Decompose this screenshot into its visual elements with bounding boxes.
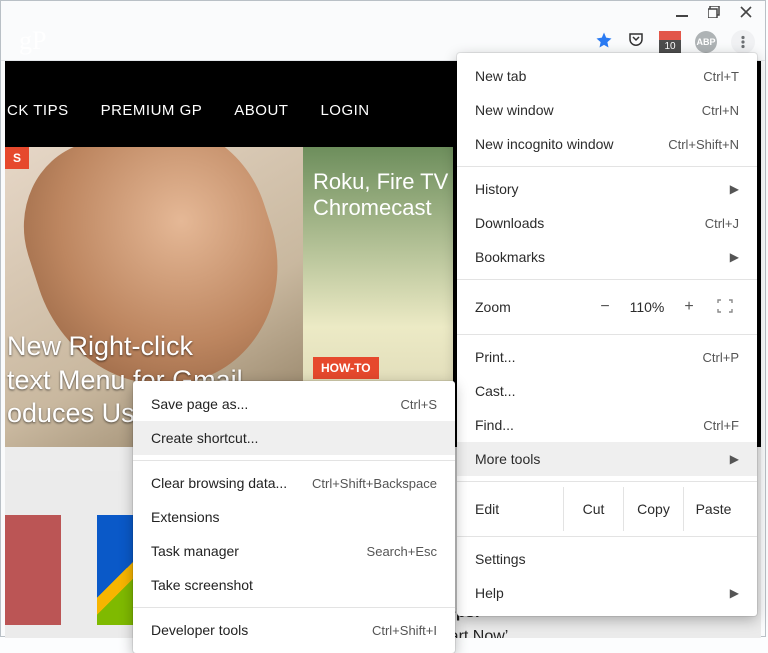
thumbnail[interactable] (5, 515, 61, 625)
extension-calendar-icon[interactable]: 10 (659, 31, 681, 53)
nav-link[interactable]: ABOUT (234, 102, 288, 119)
toolbar-left: gP (25, 28, 77, 56)
menu-item-new-window[interactable]: New windowCtrl+N (457, 93, 757, 127)
menu-item-downloads[interactable]: DownloadsCtrl+J (457, 206, 757, 240)
more-tools-submenu: Save page as...Ctrl+S Create shortcut...… (133, 381, 455, 653)
chrome-menu-button[interactable] (731, 30, 755, 54)
menu-item-history[interactable]: History▶ (457, 172, 757, 206)
nav-link[interactable]: PREMIUM GP (101, 102, 203, 119)
zoom-value: 110% (623, 299, 671, 315)
chevron-right-icon: ▶ (730, 182, 739, 196)
zoom-in-button[interactable]: + (671, 298, 707, 316)
edit-copy-button[interactable]: Copy (623, 487, 683, 531)
browser-window: gP 10 ABP CK TIPS PREMIUM GP (0, 0, 766, 637)
nav-link[interactable]: CK TIPS (7, 102, 69, 119)
chevron-right-icon: ▶ (730, 250, 739, 264)
extension-badge-count: 10 (659, 40, 681, 53)
window-close-button[interactable] (739, 5, 753, 19)
chevron-right-icon: ▶ (730, 586, 739, 600)
window-restore-button[interactable] (707, 5, 721, 19)
menu-edit-row: Edit Cut Copy Paste (457, 487, 757, 531)
edit-label: Edit (471, 501, 563, 517)
menu-zoom-row: Zoom − 110% + (457, 285, 757, 329)
bookmark-star-icon[interactable] (595, 31, 613, 52)
fullscreen-icon[interactable] (707, 299, 743, 316)
category-tag: S (5, 147, 29, 169)
zoom-label: Zoom (471, 299, 587, 315)
menu-item-incognito[interactable]: New incognito windowCtrl+Shift+N (457, 127, 757, 161)
nav-link[interactable]: LOGIN (320, 102, 369, 119)
menu-item-cast[interactable]: Cast... (457, 374, 757, 408)
hero-side-upper-title: Roku, Fire TVChromecast (313, 169, 448, 222)
submenu-take-screenshot[interactable]: Take screenshot (133, 568, 455, 602)
menu-item-help[interactable]: Help▶ (457, 576, 757, 610)
pocket-icon[interactable] (627, 31, 645, 52)
menu-item-new-tab[interactable]: New tabCtrl+T (457, 59, 757, 93)
menu-item-more-tools[interactable]: More tools▶ (457, 442, 757, 476)
site-logo: gP (19, 26, 77, 56)
menu-item-find[interactable]: Find...Ctrl+F (457, 408, 757, 442)
submenu-save-page[interactable]: Save page as...Ctrl+S (133, 387, 455, 421)
submenu-create-shortcut[interactable]: Create shortcut... (133, 421, 455, 455)
edit-paste-button[interactable]: Paste (683, 487, 743, 531)
chrome-main-menu: New tabCtrl+T New windowCtrl+N New incog… (457, 53, 757, 616)
chevron-right-icon: ▶ (730, 452, 739, 466)
edit-cut-button[interactable]: Cut (563, 487, 623, 531)
menu-item-print[interactable]: Print...Ctrl+P (457, 340, 757, 374)
submenu-extensions[interactable]: Extensions (133, 500, 455, 534)
menu-item-bookmarks[interactable]: Bookmarks▶ (457, 240, 757, 274)
category-tag: HOW-TO (313, 357, 379, 379)
submenu-clear-browsing[interactable]: Clear browsing data...Ctrl+Shift+Backspa… (133, 466, 455, 500)
abp-extension-icon[interactable]: ABP (695, 31, 717, 53)
window-titlebar (1, 1, 765, 23)
menu-item-settings[interactable]: Settings (457, 542, 757, 576)
submenu-developer-tools[interactable]: Developer toolsCtrl+Shift+I (133, 613, 455, 647)
toolbar-actions: 10 ABP (595, 30, 755, 54)
zoom-out-button[interactable]: − (587, 298, 623, 316)
submenu-task-manager[interactable]: Task managerSearch+Esc (133, 534, 455, 568)
window-minimize-button[interactable] (675, 5, 689, 19)
